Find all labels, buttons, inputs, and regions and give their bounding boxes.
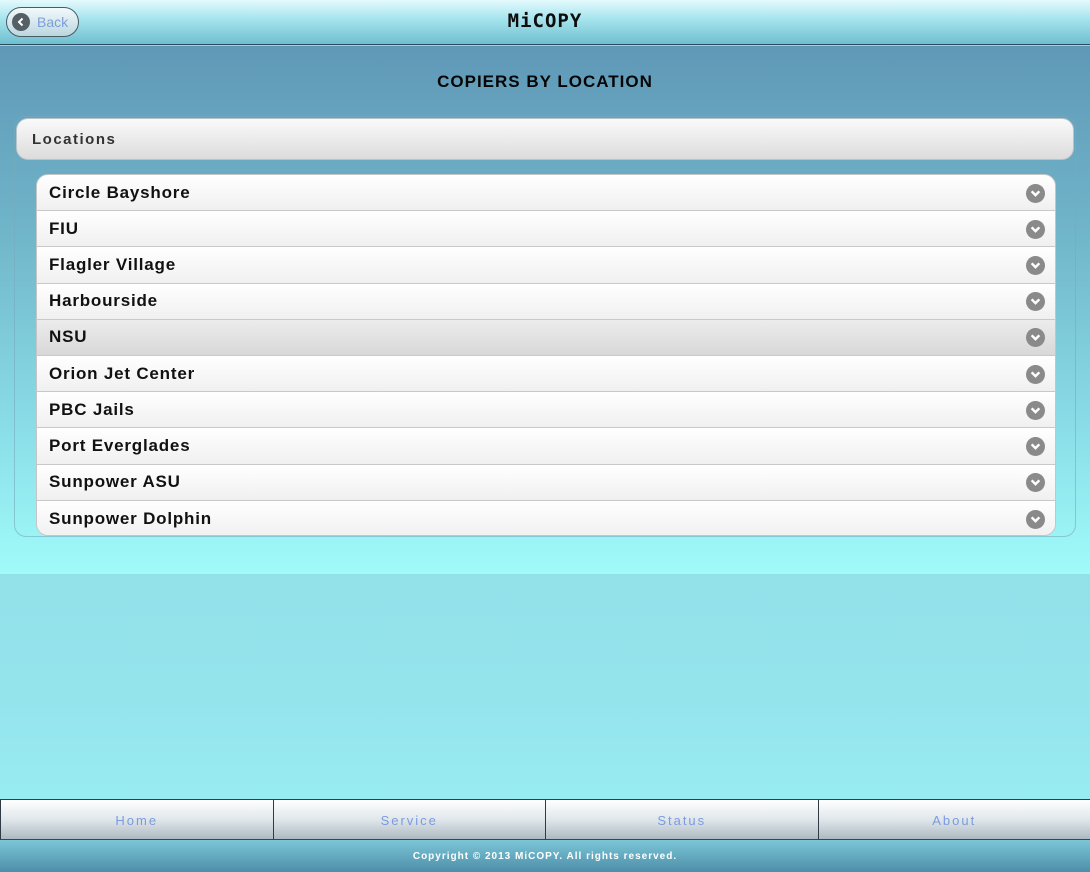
location-item-orion-jet-center[interactable]: Orion Jet Center: [37, 355, 1055, 393]
location-label: FIU: [49, 218, 79, 238]
locations-collapsible-header[interactable]: Locations: [16, 118, 1074, 160]
app-title: MiCOPY: [507, 10, 583, 32]
footer-navbar: Home Service Status About: [0, 799, 1090, 840]
chevron-down-icon: [1026, 219, 1045, 239]
nav-about[interactable]: About: [817, 800, 1090, 840]
copyright-bar: Copyright © 2013 MiCOPY. All rights rese…: [0, 839, 1090, 872]
location-item-sunpower-asu[interactable]: Sunpower ASU: [37, 464, 1055, 501]
chevron-down-icon: [1026, 436, 1045, 456]
nav-home[interactable]: Home: [0, 800, 273, 840]
location-item-flagler-village[interactable]: Flagler Village: [37, 247, 1055, 284]
locations-heading: Locations: [32, 130, 117, 148]
locations-collapsible: Locations Circle Bayshore FIU Flagler Vi…: [14, 116, 1076, 537]
location-label: Sunpower ASU: [49, 472, 181, 492]
location-item-circle-bayshore[interactable]: Circle Bayshore: [37, 175, 1055, 212]
locations-list: Circle Bayshore FIU Flagler Village Harb…: [36, 174, 1056, 536]
location-item-port-everglades[interactable]: Port Everglades: [37, 428, 1055, 465]
chevron-down-icon: [1026, 255, 1045, 275]
main-content: COPIERS BY LOCATION Locations Circle Bay…: [0, 46, 1090, 574]
page-title: COPIERS BY LOCATION: [437, 72, 653, 91]
location-label: Sunpower Dolphin: [49, 508, 212, 528]
chevron-down-icon: [1026, 364, 1045, 384]
location-item-fiu[interactable]: FIU: [37, 211, 1055, 248]
location-item-harbourside[interactable]: Harbourside: [37, 283, 1055, 320]
chevron-down-icon: [1026, 400, 1045, 420]
location-label: Flagler Village: [49, 254, 176, 274]
location-item-nsu[interactable]: NSU: [37, 319, 1055, 356]
location-item-pbc-jails[interactable]: PBC Jails: [37, 392, 1055, 429]
location-label: Circle Bayshore: [49, 182, 191, 202]
copyright-text: Copyright © 2013 MiCOPY. All rights rese…: [412, 850, 678, 862]
location-label: Port Everglades: [49, 435, 191, 455]
location-label: Orion Jet Center: [49, 363, 195, 383]
location-label: NSU: [49, 327, 88, 347]
location-item-sunpower-dolphin[interactable]: Sunpower Dolphin: [37, 500, 1055, 535]
chevron-down-icon: [1026, 183, 1045, 203]
chevron-down-icon: [1026, 509, 1045, 529]
nav-status[interactable]: Status: [545, 800, 818, 840]
nav-service[interactable]: Service: [272, 800, 545, 840]
header-bar: Back MiCOPY: [0, 0, 1090, 45]
location-label: Harbourside: [49, 291, 158, 311]
chevron-down-icon: [1026, 328, 1045, 348]
chevron-down-icon: [1026, 473, 1045, 493]
chevron-down-icon: [1026, 292, 1045, 312]
location-label: PBC Jails: [49, 399, 135, 419]
